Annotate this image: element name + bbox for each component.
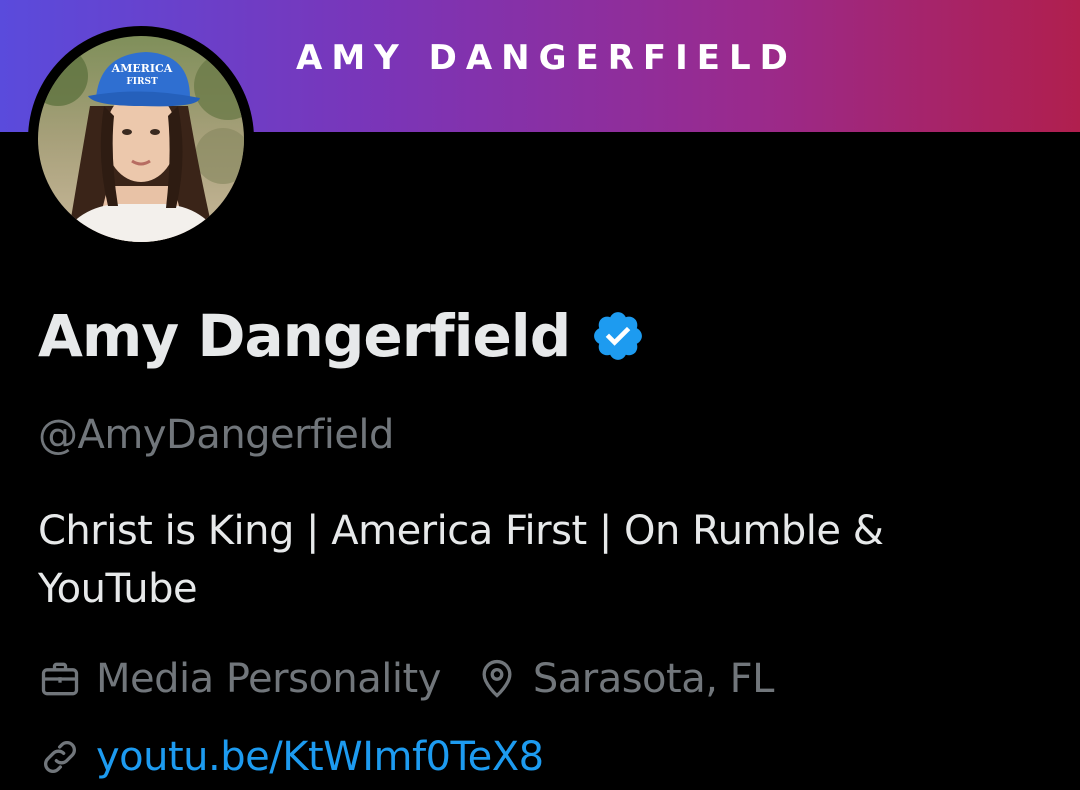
display-name: Amy Dangerfield — [38, 302, 571, 370]
profession-item: Media Personality — [38, 656, 441, 702]
website-link[interactable]: youtu.be/KtWImf0TeX8 — [96, 734, 544, 780]
link-icon — [38, 735, 82, 779]
display-name-row: Amy Dangerfield — [38, 302, 646, 370]
banner-title: AMY DANGERFIELD — [296, 38, 797, 78]
verified-badge-icon[interactable] — [590, 308, 646, 364]
avatar-hat-text: AMERICA — [111, 62, 173, 75]
svg-text:FIRST: FIRST — [126, 77, 158, 87]
avatar[interactable]: AMERICA FIRST — [38, 36, 244, 242]
profile-bio: Christ is King | America First | On Rumb… — [38, 508, 884, 612]
avatar-photo: AMERICA FIRST — [38, 36, 244, 242]
location-item: Sarasota, FL — [475, 656, 774, 702]
profile-page: AMY DANGERFIELD AMERICA FIRST Amy Danger… — [0, 0, 1080, 790]
profile-meta: Media Personality Sarasota, FL — [38, 656, 774, 702]
location-text: Sarasota, FL — [532, 656, 775, 702]
briefcase-icon — [38, 657, 82, 701]
location-pin-icon — [475, 657, 519, 701]
profile-handle: @AmyDangerfield — [38, 412, 394, 458]
website-row: youtu.be/KtWImf0TeX8 — [38, 734, 544, 780]
profession-text: Media Personality — [96, 656, 441, 702]
